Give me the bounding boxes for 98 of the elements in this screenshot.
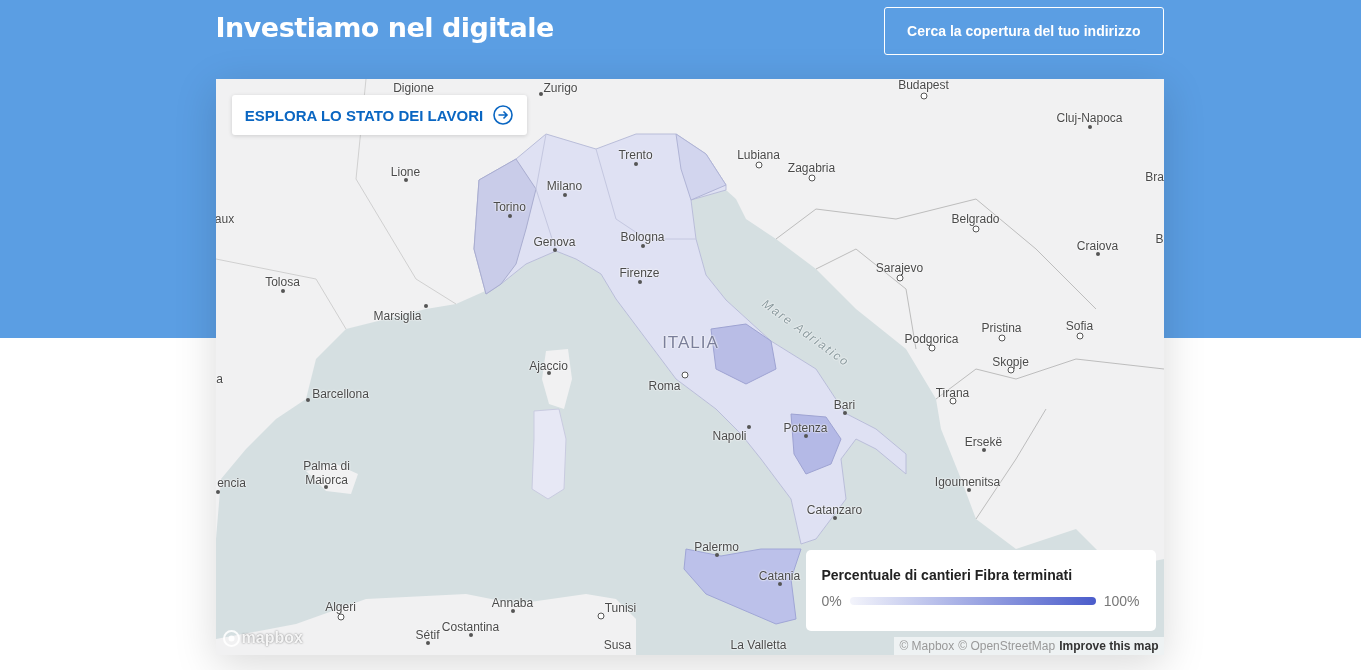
city-marker-icon bbox=[1087, 125, 1092, 129]
place-label: Digione bbox=[393, 81, 434, 95]
capital-marker-icon bbox=[972, 225, 979, 233]
city-marker-icon bbox=[803, 434, 808, 438]
city-marker-icon bbox=[507, 214, 512, 218]
arrow-circle-icon bbox=[493, 105, 514, 125]
city-label: Belgrado bbox=[951, 212, 1000, 226]
city-label: Tunisi bbox=[604, 601, 637, 615]
city-label: Pristina bbox=[981, 321, 1022, 335]
city-label: Craiova bbox=[1076, 239, 1119, 253]
city-label: Bologna bbox=[620, 230, 665, 244]
city-marker-icon bbox=[633, 162, 638, 166]
city-label: Barcellona bbox=[312, 387, 369, 401]
city-label: Ersekë bbox=[964, 435, 1003, 449]
capital-marker-icon bbox=[755, 161, 762, 169]
city-marker-icon bbox=[746, 425, 751, 429]
city-label: Tirana bbox=[935, 386, 970, 400]
city-marker-icon bbox=[468, 633, 473, 637]
capital-marker-icon bbox=[920, 92, 927, 100]
city-label: Potenza bbox=[783, 421, 828, 435]
place-label: aux bbox=[215, 212, 235, 226]
city-marker-icon bbox=[552, 248, 557, 252]
city-marker-icon bbox=[280, 289, 285, 293]
capital-marker-icon bbox=[928, 344, 935, 352]
city-label: Sofia bbox=[1065, 319, 1094, 333]
city-label: Igoumenitsa bbox=[934, 475, 1001, 489]
place-label: B bbox=[1155, 232, 1164, 246]
city-marker-icon bbox=[323, 485, 328, 489]
city-marker-icon bbox=[538, 92, 543, 96]
country-label: ITALIA bbox=[662, 336, 719, 350]
city-label: Lubiana bbox=[737, 148, 780, 162]
capital-marker-icon bbox=[1076, 332, 1083, 340]
city-label: Palma di Maiorca bbox=[302, 459, 351, 487]
city-marker-icon bbox=[215, 490, 220, 494]
city-marker-icon bbox=[1095, 252, 1100, 256]
place-label: Susa bbox=[603, 638, 632, 652]
explore-button[interactable]: ESPLORA LO STATO DEI LAVORI bbox=[231, 95, 527, 135]
legend-max: 100% bbox=[1103, 593, 1140, 609]
city-marker-icon bbox=[842, 411, 847, 415]
city-label: Sétif bbox=[415, 628, 440, 642]
city-label: Roma bbox=[648, 379, 681, 393]
city-marker-icon bbox=[425, 641, 430, 645]
city-label: Costantina bbox=[441, 620, 500, 634]
city-marker-icon bbox=[510, 609, 515, 613]
city-marker-icon bbox=[832, 516, 837, 520]
city-marker-icon bbox=[562, 193, 567, 197]
city-label: Skopje bbox=[992, 355, 1029, 369]
city-label: Zagabria bbox=[787, 161, 836, 175]
city-label: Zurigo bbox=[543, 81, 578, 95]
city-marker-icon bbox=[640, 244, 645, 248]
city-label: Podgorica bbox=[904, 332, 959, 346]
city-marker-icon bbox=[777, 582, 782, 586]
city-label: Sarajevo bbox=[875, 261, 924, 275]
capital-marker-icon bbox=[949, 397, 956, 405]
capital-marker-icon bbox=[681, 371, 688, 379]
city-label: Catania bbox=[758, 569, 801, 583]
city-label: Lione bbox=[390, 165, 421, 179]
city-marker-icon bbox=[981, 448, 986, 452]
city-label: Trento bbox=[618, 148, 653, 162]
city-label: Firenze bbox=[619, 266, 660, 280]
place-label: Bra bbox=[1145, 170, 1164, 184]
city-label: Budapest bbox=[898, 79, 949, 92]
capital-marker-icon bbox=[337, 613, 344, 621]
city-marker-icon bbox=[305, 398, 310, 402]
capital-marker-icon bbox=[896, 274, 903, 282]
city-label: Cluj-Napoca bbox=[1056, 111, 1123, 125]
city-marker-icon bbox=[546, 371, 551, 375]
city-label: Tolosa bbox=[265, 275, 300, 289]
city-marker-icon bbox=[966, 488, 971, 492]
legend-title: Percentuale di cantieri Fibra terminati bbox=[821, 567, 1074, 583]
place-label: La Valletta bbox=[730, 638, 787, 652]
city-label: Palermo bbox=[694, 540, 739, 554]
city-label: Napoli bbox=[712, 429, 747, 443]
attribution-link[interactable]: © OpenStreetMap bbox=[958, 639, 1056, 653]
attribution-link[interactable]: © Mapbox bbox=[899, 639, 955, 653]
city-marker-icon bbox=[714, 553, 719, 557]
city-label: Genova bbox=[533, 235, 576, 249]
page-title: Investiamo nel digitale bbox=[215, 12, 554, 43]
city-label: Annaba bbox=[491, 596, 534, 610]
attribution-link[interactable]: Improve this map bbox=[1059, 639, 1159, 653]
city-label: Algeri bbox=[325, 600, 356, 614]
city-label: Marsiglia bbox=[373, 309, 422, 323]
city-marker-icon bbox=[637, 280, 642, 284]
city-label: Ajaccio bbox=[529, 359, 568, 373]
city-marker-icon bbox=[423, 304, 428, 308]
capital-marker-icon bbox=[998, 334, 1005, 342]
capital-marker-icon bbox=[597, 612, 604, 620]
city-label: encia bbox=[217, 476, 246, 490]
city-label: Torino bbox=[493, 200, 526, 214]
city-label: Bari bbox=[833, 398, 856, 412]
city-marker-icon bbox=[403, 178, 408, 182]
city-label: Milano bbox=[546, 179, 583, 193]
place-label: a bbox=[216, 372, 223, 386]
city-label: Catanzaro bbox=[806, 503, 863, 517]
legend-min: 0% bbox=[821, 593, 842, 609]
capital-marker-icon bbox=[808, 174, 815, 182]
address-search-button[interactable]: Cerca la copertura del tuo indirizzo bbox=[884, 7, 1164, 55]
logo-icon bbox=[222, 629, 240, 647]
